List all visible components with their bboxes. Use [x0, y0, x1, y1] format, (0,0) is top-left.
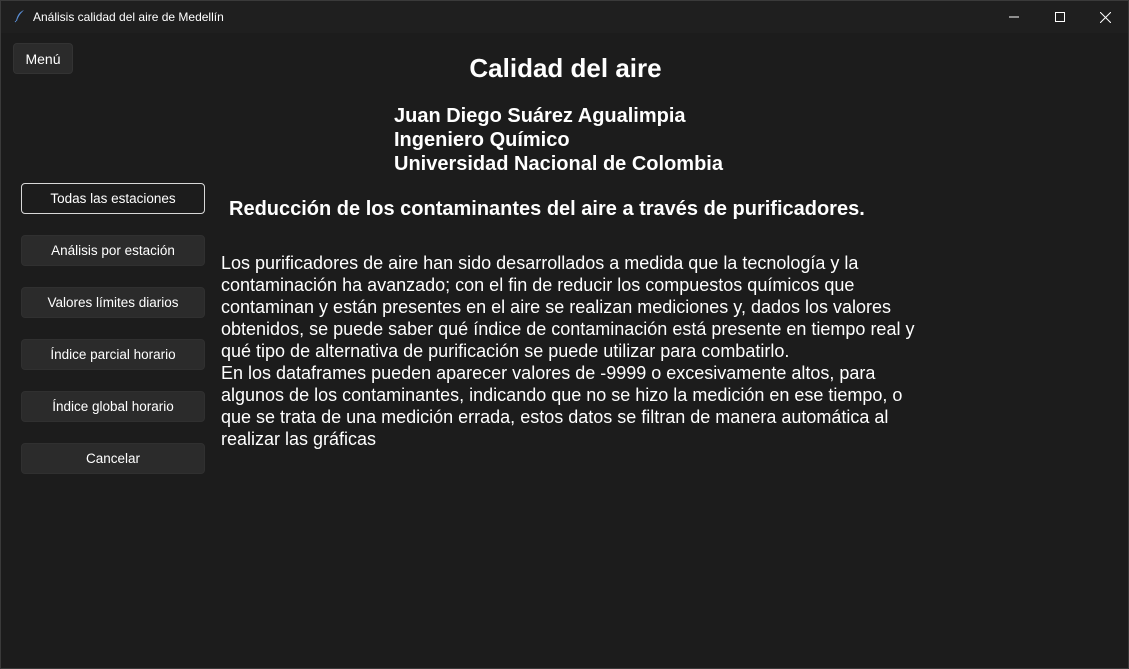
- close-button[interactable]: [1082, 1, 1128, 33]
- global-hourly-index-button[interactable]: Índice global horario: [21, 391, 205, 422]
- page-title: Calidad del aire: [469, 53, 662, 83]
- window-title: Análisis calidad del aire de Medellín: [33, 10, 224, 24]
- close-icon: [1099, 11, 1111, 23]
- all-stations-button[interactable]: Todas las estaciones: [21, 183, 205, 214]
- title-bar[interactable]: Análisis calidad del aire de Medellín: [1, 1, 1128, 33]
- description-paragraph-1: Los purificadores de aire han sido desar…: [221, 253, 915, 361]
- app-window: Análisis calidad del aire de Medellín Me…: [0, 0, 1129, 669]
- description-paragraph-2: En los dataframes pueden aparecer valore…: [221, 363, 903, 449]
- feather-icon: [13, 9, 27, 23]
- maximize-button[interactable]: [1037, 1, 1083, 33]
- minimize-icon: [1009, 16, 1019, 18]
- minimize-button[interactable]: [991, 1, 1037, 33]
- author-profession: Ingeniero Químico: [394, 129, 570, 151]
- station-analysis-button[interactable]: Análisis por estación: [21, 235, 205, 266]
- author-university: Universidad Nacional de Colombia: [394, 153, 723, 175]
- cancel-button[interactable]: Cancelar: [21, 443, 205, 474]
- description-text: Los purificadores de aire han sido desar…: [221, 252, 921, 450]
- maximize-icon: [1055, 12, 1065, 22]
- author-name: Juan Diego Suárez Agualimpia: [394, 105, 686, 127]
- daily-limits-button[interactable]: Valores límites diarios: [21, 287, 205, 318]
- section-subtitle: Reducción de los contaminantes del aire …: [229, 198, 865, 220]
- partial-hourly-index-button[interactable]: Índice parcial horario: [21, 339, 205, 370]
